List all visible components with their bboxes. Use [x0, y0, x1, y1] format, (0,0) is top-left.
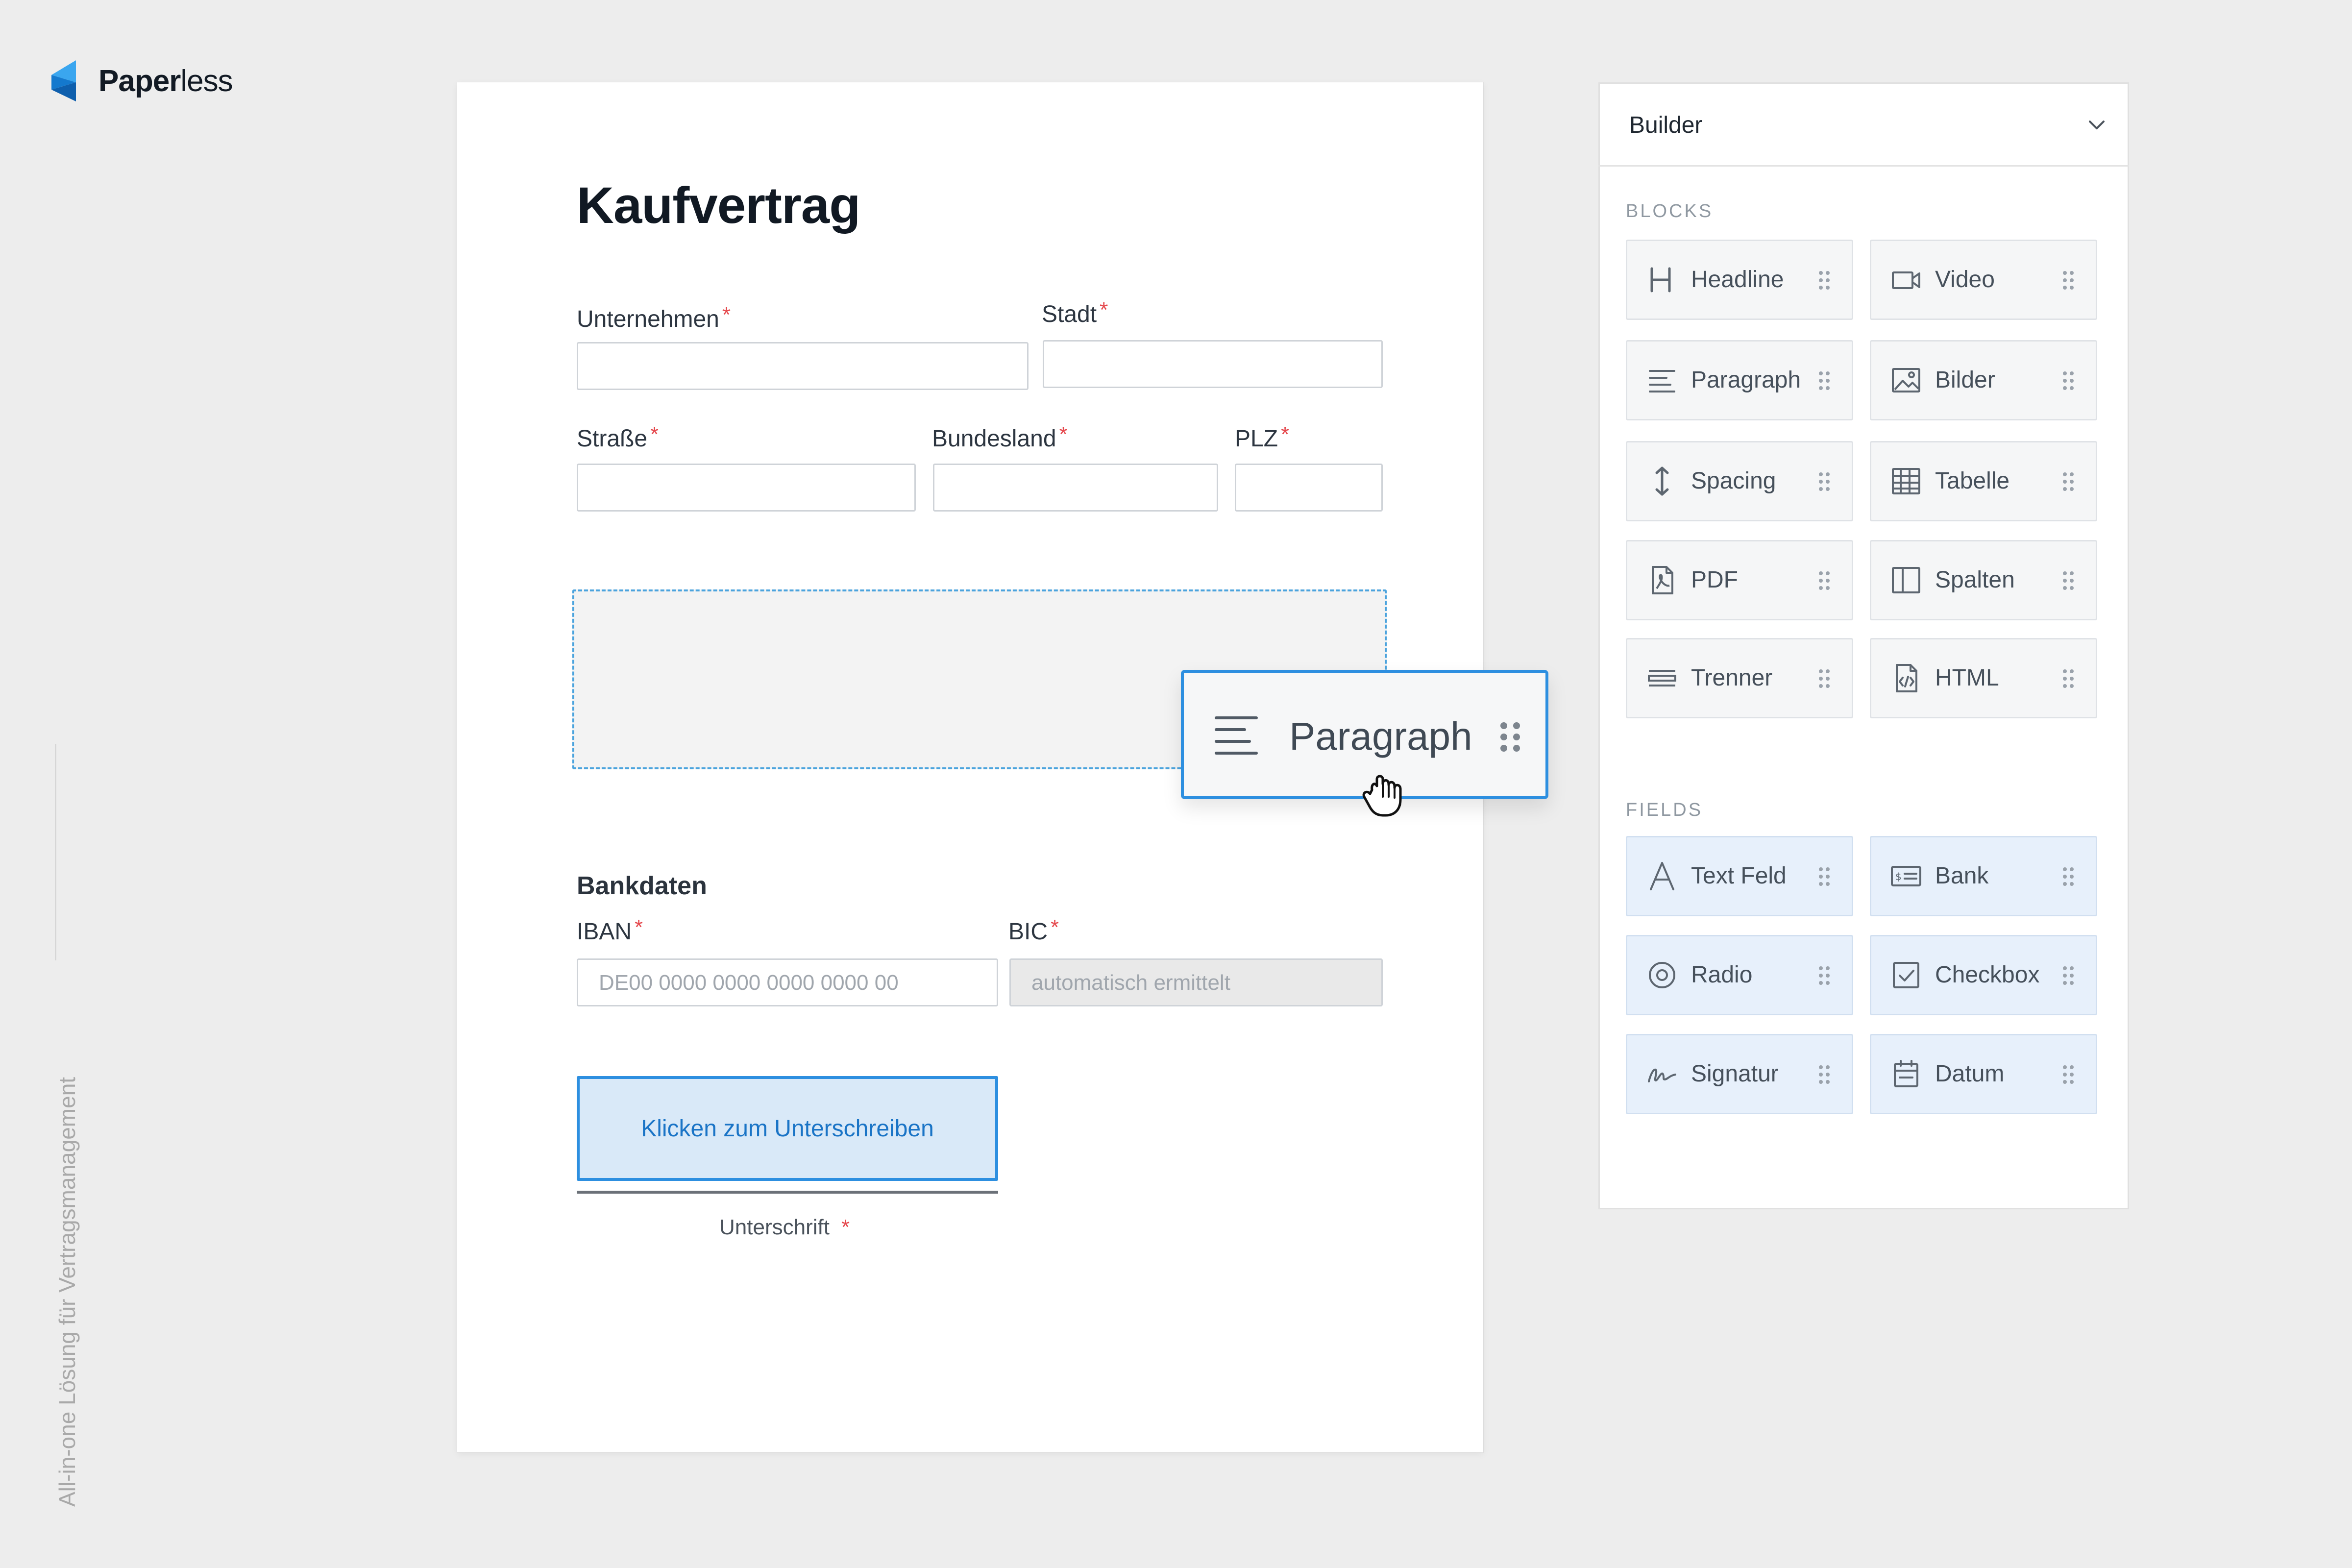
radio-icon	[1649, 962, 1675, 988]
drag-handle-icon[interactable]	[2062, 270, 2074, 290]
field-label: Text Feld	[1691, 863, 1787, 889]
tagline: All-in-one Lösung für Vertragsmanagement	[54, 1077, 80, 1507]
field-label: Radio	[1691, 962, 1753, 988]
block-tile-html[interactable]: HTML	[1870, 638, 2097, 718]
brand-name: Paperless	[98, 64, 233, 98]
block-tile-pdf[interactable]: PDF	[1626, 540, 1853, 620]
side-divider	[55, 744, 56, 960]
builder-title: Builder	[1629, 112, 1703, 138]
iban-placeholder: DE00 0000 0000 0000 0000 00	[599, 971, 899, 995]
drag-handle-icon[interactable]	[1500, 722, 1520, 752]
drag-handle-icon[interactable]	[2062, 472, 2074, 491]
unternehmen-label: Unternehmen *	[577, 303, 731, 332]
checkbox-icon	[1893, 962, 1919, 988]
bank-card-icon: $	[1891, 866, 1921, 886]
signature-label: Unterschrift *	[719, 1215, 850, 1239]
pdf-icon	[1652, 566, 1673, 594]
chevron-down-icon[interactable]	[2088, 120, 2105, 130]
plz-label: PLZ *	[1235, 422, 1290, 452]
headline-icon	[1650, 267, 1671, 293]
drag-handle-icon[interactable]	[2062, 669, 2074, 688]
drag-handle-icon[interactable]	[1818, 371, 1830, 391]
block-label: Video	[1935, 267, 1995, 293]
bundesland-input[interactable]	[933, 464, 1218, 512]
block-tile-video[interactable]: Video	[1870, 240, 2097, 320]
block-label: PDF	[1691, 567, 1738, 593]
block-tile-tabelle[interactable]: Tabelle	[1870, 441, 2097, 521]
block-label: Bilder	[1935, 367, 1995, 393]
strasse-label: Straße *	[577, 422, 659, 452]
signature-icon	[1648, 1068, 1676, 1082]
fields-heading: FIELDS	[1626, 800, 1703, 820]
bic-label: BIC *	[1008, 915, 1059, 945]
drag-handle-icon[interactable]	[2062, 371, 2074, 391]
svg-text:$: $	[1895, 871, 1902, 882]
field-tile-signatur[interactable]: Signatur	[1626, 1034, 1853, 1114]
block-tile-paragraph[interactable]: Paragraph	[1626, 340, 1853, 420]
drag-handle-icon[interactable]	[2062, 867, 2074, 886]
document-title: Kaufvertrag	[577, 177, 860, 234]
drag-handle-icon[interactable]	[1818, 472, 1830, 491]
paragraph-icon	[1215, 716, 1258, 755]
drag-handle-icon[interactable]	[1818, 270, 1830, 290]
bankdaten-heading: Bankdaten	[577, 872, 707, 900]
block-label: Spalten	[1935, 567, 2015, 593]
video-icon	[1892, 271, 1920, 289]
divider-icon	[1648, 670, 1676, 686]
signature-line	[577, 1191, 998, 1194]
strasse-input[interactable]	[577, 464, 916, 512]
paragraph-icon	[1649, 370, 1675, 392]
field-tile-checkbox[interactable]: Checkbox	[1870, 935, 2097, 1015]
image-icon	[1892, 368, 1920, 392]
drag-handle-icon[interactable]	[1818, 1065, 1830, 1084]
unternehmen-input[interactable]	[577, 342, 1029, 390]
field-tile-radio[interactable]: Radio	[1626, 935, 1853, 1015]
block-tile-spalten[interactable]: Spalten	[1870, 540, 2097, 620]
field-tile-datum[interactable]: Datum	[1870, 1034, 2097, 1114]
block-label: Trenner	[1691, 665, 1773, 691]
iban-input[interactable]: DE00 0000 0000 0000 0000 00	[577, 958, 998, 1006]
block-tile-bilder[interactable]: Bilder	[1870, 340, 2097, 420]
table-icon	[1892, 468, 1920, 494]
block-tile-spacing[interactable]: Spacing	[1626, 441, 1853, 521]
bic-input: automatisch ermittelt	[1009, 958, 1383, 1006]
drag-handle-icon[interactable]	[1818, 669, 1830, 688]
block-label: Tabelle	[1935, 468, 2010, 494]
drag-handle-icon[interactable]	[1818, 867, 1830, 886]
brand-logo-group: Paperless	[51, 59, 233, 103]
blocks-heading: BLOCKS	[1626, 201, 1714, 221]
columns-icon	[1892, 567, 1920, 593]
block-tile-headline[interactable]: Headline	[1626, 240, 1853, 320]
drag-card-label: Paragraph	[1289, 714, 1472, 758]
iban-label: IBAN *	[577, 915, 643, 945]
block-tile-trenner[interactable]: Trenner	[1626, 638, 1853, 718]
plz-input[interactable]	[1235, 464, 1383, 512]
block-label: Headline	[1691, 267, 1784, 293]
drag-handle-icon[interactable]	[2062, 571, 2074, 590]
drag-handle-icon[interactable]	[2062, 966, 2074, 985]
field-label: Datum	[1935, 1061, 2005, 1087]
field-label: Signatur	[1691, 1061, 1779, 1087]
html-icon	[1896, 664, 1917, 692]
bic-placeholder: automatisch ermittelt	[1031, 971, 1230, 995]
field-label: Checkbox	[1935, 962, 2040, 988]
drag-handle-icon[interactable]	[2062, 1065, 2074, 1084]
spacing-icon	[1655, 466, 1669, 496]
text-field-icon	[1650, 862, 1674, 890]
field-tile-bank[interactable]: $ Bank	[1870, 836, 2097, 916]
stadt-label: Stadt *	[1042, 298, 1108, 327]
calendar-icon	[1894, 1060, 1918, 1087]
grab-hand-icon	[1362, 775, 1402, 817]
field-label: Bank	[1935, 863, 1989, 889]
sign-button[interactable]: Klicken zum Unterschreiben	[577, 1076, 998, 1181]
stadt-input[interactable]	[1043, 340, 1383, 388]
block-label: HTML	[1935, 665, 1999, 691]
bundesland-label: Bundesland *	[932, 422, 1068, 452]
field-tile-text-feld[interactable]: Text Feld	[1626, 836, 1853, 916]
drag-handle-icon[interactable]	[1818, 966, 1830, 985]
block-label: Paragraph	[1691, 367, 1801, 393]
block-label: Spacing	[1691, 468, 1776, 494]
paperless-logo-icon	[51, 60, 76, 101]
drag-handle-icon[interactable]	[1818, 571, 1830, 590]
